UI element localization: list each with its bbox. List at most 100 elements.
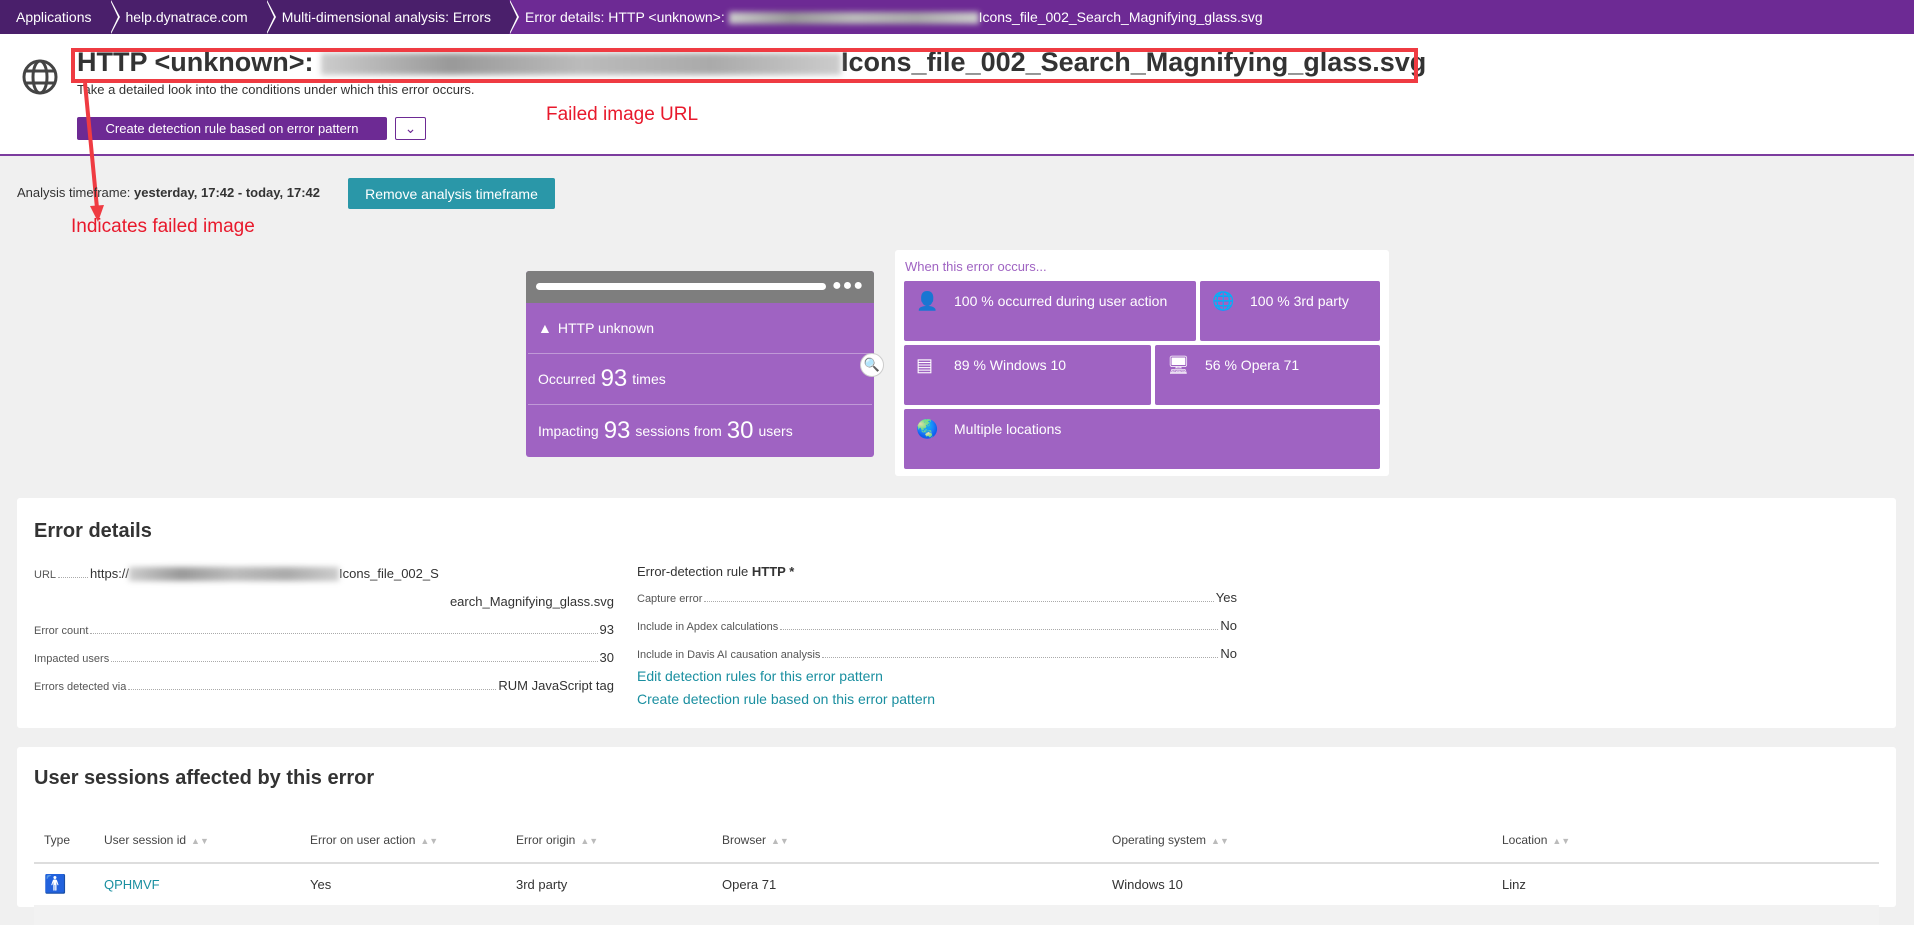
label: Include in Apdex calculations — [637, 621, 779, 633]
t5: users — [758, 422, 793, 439]
user-action-icon: 👤 — [916, 291, 939, 311]
url-row-cont: earch_Magnifying_glass.svg — [34, 594, 614, 609]
col-label: User session id — [104, 832, 187, 847]
error-name-label: HTTP unknown — [557, 320, 655, 336]
url-row: URL https:// Icons_file_002_S — [34, 566, 614, 581]
cell-os: Windows 10 — [1112, 877, 1183, 892]
annotation-indicates: Indicates failed image — [71, 216, 255, 237]
annotation-failed-url: Failed image URL — [546, 104, 699, 125]
cell-origin: 3rd party — [516, 877, 568, 892]
create-rule-link[interactable]: Create detection rule based on this erro… — [637, 691, 935, 707]
occurs-panel: When this error occurs... 👤 100 % occurre… — [895, 250, 1389, 476]
tile-label: 89 % Windows 10 — [954, 357, 1067, 373]
value: No — [1220, 618, 1237, 633]
cell-browser: Opera 71 — [722, 877, 777, 892]
tile-3rd-party[interactable]: 🌐 100 % 3rd party — [1200, 281, 1380, 341]
cell-user-action: Yes — [310, 877, 332, 892]
col-location[interactable]: Location ▲▼ — [1492, 817, 1879, 864]
davis-row: Include in Davis AI causation analysis No — [637, 646, 1237, 661]
sort-icon[interactable]: ▲▼ — [420, 836, 438, 846]
t4: sessions from — [635, 422, 722, 439]
blurred-url — [728, 12, 979, 25]
more-icon: ●●● — [832, 277, 864, 294]
edit-rules-link[interactable]: Edit detection rules for this error patt… — [637, 668, 883, 684]
col-session-id[interactable]: User session id ▲▼ — [94, 817, 300, 864]
value: 93 — [599, 622, 614, 637]
sessions-card: User sessions affected by this error Typ… — [17, 747, 1896, 925]
tile-location[interactable]: 🌏 Multiple locations — [904, 409, 1380, 469]
timeframe-value: yesterday, 17:42 - today, 17:42 — [134, 185, 320, 200]
t2: times — [632, 371, 666, 387]
col-label: Operating system — [1112, 832, 1207, 847]
value: 30 — [599, 650, 614, 665]
col-label: Error on user action — [310, 832, 416, 847]
label: Error count — [34, 625, 89, 637]
col-label: Browser — [722, 832, 767, 847]
rule-title: Error-detection rule HTTP * — [637, 564, 794, 579]
sessions-count: 93 — [603, 416, 631, 444]
t3: Impacting — [538, 422, 599, 439]
col-type: Type — [34, 817, 94, 864]
sort-icon[interactable]: ▲▼ — [1211, 836, 1229, 846]
col-browser[interactable]: Browser ▲▼ — [712, 817, 1102, 864]
error-count-row: Error count 93 — [34, 622, 614, 637]
col-user-action[interactable]: Error on user action ▲▼ — [300, 817, 506, 864]
label: Impacted users — [34, 653, 110, 665]
users-count: 30 — [726, 416, 754, 444]
os-icon: ▤ — [916, 355, 934, 375]
breadcrumb-mda[interactable]: Multi-dimensional analysis: Errors — [265, 0, 520, 34]
tile-browser[interactable]: 🖥 56 % Opera 71 — [1155, 345, 1380, 405]
breadcrumb-current-label: Error details: HTTP <unknown>: — [524, 9, 725, 25]
url-label: URL — [34, 569, 57, 581]
sessions-table: Type User session id ▲▼ Error on user act… — [34, 817, 1879, 925]
error-summary-card: ●●● ▲ HTTP unknown Occurred 93 times Impact… — [526, 271, 874, 457]
sort-icon[interactable]: ▲▼ — [771, 836, 789, 846]
globe-icon: 🌐 — [1212, 291, 1235, 311]
breadcrumb-current: Error details: HTTP <unknown>: Icons_fil… — [509, 0, 1281, 34]
col-origin[interactable]: Error origin ▲▼ — [506, 817, 712, 864]
tile-label: 56 % Opera 71 — [1205, 357, 1300, 373]
sort-icon[interactable]: ▲▼ — [191, 836, 209, 846]
browser-bar: ●●● — [526, 271, 874, 303]
sort-icon[interactable]: ▲▼ — [580, 836, 598, 846]
label: Include in Davis AI causation analysis — [637, 649, 821, 661]
t1: Occurred — [538, 371, 596, 387]
detected-via-row: Errors detected via RUM JavaScript tag — [34, 678, 614, 693]
value: No — [1220, 646, 1237, 661]
annotation-box — [71, 48, 1418, 83]
world-icon: 🌏 — [916, 419, 939, 439]
tile-os[interactable]: ▤ 89 % Windows 10 — [904, 345, 1151, 405]
tile-label: 100 % occurred during user action — [954, 293, 1168, 309]
apdex-row: Include in Apdex calculations No — [637, 618, 1237, 633]
warning-icon: ▲ — [538, 320, 552, 336]
tile-label: Multiple locations — [954, 421, 1062, 437]
analysis-timeframe: Analysis timeframe: yesterday, 17:42 - t… — [17, 185, 320, 200]
cell-location: Linz — [1502, 877, 1526, 892]
label: Errors detected via — [34, 681, 127, 693]
url-suffix: Icons_file_002_S — [339, 566, 439, 581]
tile-user-action[interactable]: 👤 100 % occurred during user action — [904, 281, 1196, 341]
sort-icon[interactable]: ▲▼ — [1552, 836, 1570, 846]
breadcrumb: Applications help.dynatrace.com Multi-di… — [0, 0, 1914, 34]
impact: Impacting 93 sessions from 30 users — [528, 405, 872, 456]
session-id-link[interactable]: QPHMVF — [104, 877, 160, 892]
rule-name: HTTP * — [751, 564, 795, 579]
col-os[interactable]: Operating system ▲▼ — [1102, 817, 1492, 864]
occurred-count: 93 — [600, 365, 628, 392]
capture-row: Capture error Yes — [637, 590, 1237, 605]
rule-label: Error-detection rule — [637, 564, 749, 579]
occurs-heading: When this error occurs... — [905, 259, 1047, 274]
impacted-users-row: Impacted users 30 — [34, 650, 614, 665]
value: RUM JavaScript tag — [498, 678, 614, 693]
blurred-url — [129, 567, 340, 581]
sessions-heading: User sessions affected by this error — [34, 767, 375, 789]
search-icon: 🔍 — [860, 353, 884, 377]
url-prefix: https:// — [90, 566, 130, 581]
error-details-heading: Error details — [34, 520, 152, 542]
chevron-down-icon[interactable]: ⌄ — [395, 117, 426, 140]
annotation-arrow — [83, 82, 104, 222]
remove-timeframe-button[interactable]: Remove analysis timeframe — [348, 178, 555, 209]
next-row — [34, 905, 1879, 925]
col-label: Location — [1502, 832, 1548, 847]
col-label: Error origin — [516, 832, 576, 847]
